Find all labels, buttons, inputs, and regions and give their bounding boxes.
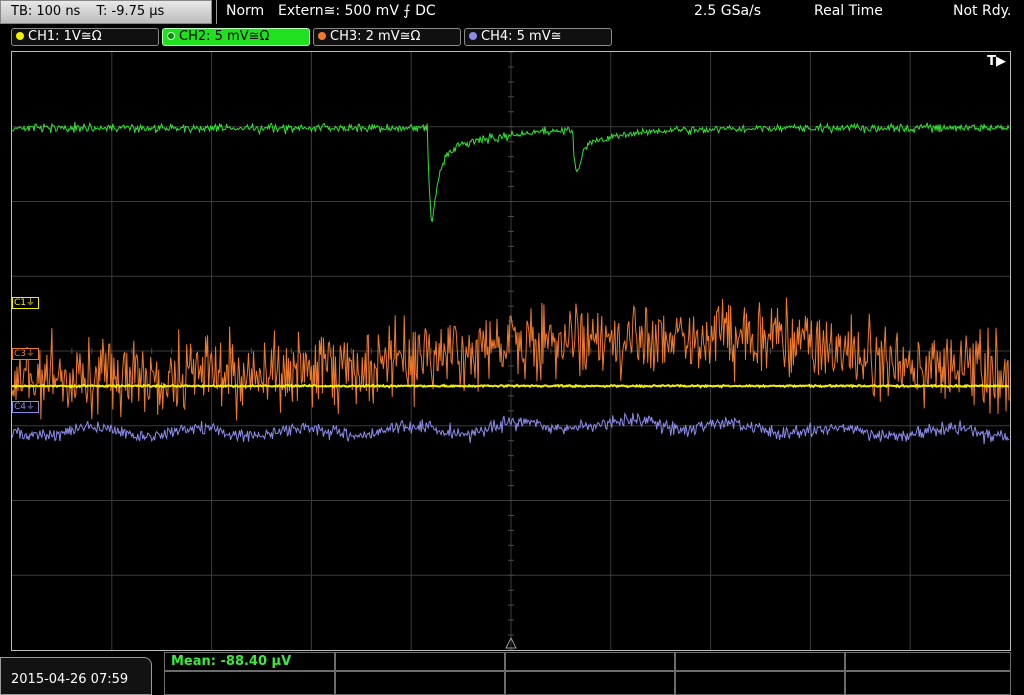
measurement-cell[interactable] [164, 671, 335, 695]
graticule [12, 52, 1010, 650]
datetime-box: 2015-04-26 07:59 [0, 657, 152, 695]
measurement-cell[interactable] [335, 652, 505, 671]
measurement-panel: Mean: -88.40 µV [164, 652, 1011, 695]
ch3-color-dot [318, 32, 326, 40]
ch3-offset-marker[interactable]: C3⏚ [12, 348, 40, 360]
trigger-status-label: Not Rdy. [953, 3, 1012, 19]
ch2-color-dot [167, 32, 175, 40]
measurement-cell[interactable] [505, 671, 675, 695]
tab-ch2-label: CH2: 5 mV≅Ω [179, 29, 270, 44]
trigger-position-marker[interactable]: T▶ [987, 54, 1006, 69]
ch1-offset-marker[interactable]: C1⏚ [12, 297, 40, 309]
tab-ch1[interactable]: CH1: 1V≅Ω [11, 28, 159, 46]
tab-ch4-label: CH4: 5 mV≅ [481, 29, 562, 44]
measurement-cell[interactable] [505, 652, 675, 671]
timebase-box[interactable]: TB: 100 ns T: -9.75 µs [0, 0, 212, 24]
tab-ch2[interactable]: CH2: 5 mV≅Ω [162, 28, 310, 46]
ch4-color-dot [469, 32, 477, 40]
datetime-label: 2015-04-26 07:59 [11, 672, 129, 687]
measurement-cell[interactable] [675, 671, 845, 695]
acquisition-mode-label[interactable]: Real Time [814, 3, 883, 19]
status-bar: TB: 100 ns T: -9.75 µs Norm Extern≅: 500… [0, 0, 1024, 26]
measurement-cell[interactable]: Mean: -88.40 µV [164, 652, 335, 671]
tab-ch1-label: CH1: 1V≅Ω [28, 29, 102, 44]
waveform-display[interactable]: T▶ [11, 51, 1011, 651]
mean-measurement: Mean: -88.40 µV [171, 654, 292, 669]
measurement-cell[interactable] [845, 671, 1011, 695]
timebase-label: TB: 100 ns [11, 4, 81, 19]
measurement-cell[interactable] [675, 652, 845, 671]
ch4-offset-marker[interactable]: C4⏚ [12, 401, 40, 413]
trigger-time-label: T: -9.75 µs [96, 4, 165, 19]
separator [216, 0, 217, 24]
tab-ch3-label: CH3: 2 mV≅Ω [330, 29, 421, 44]
tab-ch4[interactable]: CH4: 5 mV≅ [464, 28, 612, 46]
trigger-source-label[interactable]: Extern≅: 500 mV ⨍ DC [278, 3, 436, 19]
sample-rate-label[interactable]: 2.5 GSa/s [694, 3, 761, 19]
measurement-cell[interactable] [335, 671, 505, 695]
tab-ch3[interactable]: CH3: 2 mV≅Ω [313, 28, 461, 46]
ch1-color-dot [16, 32, 24, 40]
trigger-mode-label[interactable]: Norm [226, 3, 264, 19]
measurement-cell[interactable] [845, 652, 1011, 671]
